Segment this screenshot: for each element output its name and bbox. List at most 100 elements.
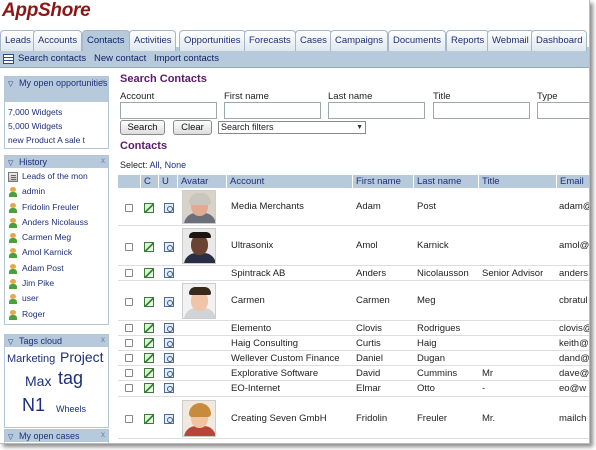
edit-contact-icon[interactable] — [144, 323, 154, 333]
edit-contact-icon[interactable] — [144, 368, 154, 378]
row-checkbox[interactable] — [125, 298, 133, 306]
table-row[interactable]: Creating Seven GmbH Fridolin Freuler Mr.… — [118, 397, 589, 439]
table-row[interactable]: Media Merchants Adam Post adam@ — [118, 188, 589, 226]
opportunity-link[interactable]: new Product A sale t — [8, 133, 105, 147]
tab-cases[interactable]: Cases — [295, 30, 332, 51]
row-checkbox[interactable] — [125, 204, 133, 212]
account-cell[interactable]: Elemento — [231, 323, 271, 334]
tag-link[interactable]: tag — [58, 368, 83, 389]
history-item[interactable]: Carmen Meg — [5, 230, 108, 245]
tab-forecasts[interactable]: Forecasts — [244, 30, 296, 51]
tab-accounts[interactable]: Accounts — [33, 30, 83, 51]
history-item[interactable]: Jim Pike — [5, 276, 108, 291]
column-header-avatar[interactable]: Avatar — [177, 175, 208, 188]
open-cases-panel-header[interactable]: ▽ My open cases x — [5, 430, 108, 442]
column-header-last-name[interactable]: Last name — [413, 175, 461, 188]
select-all-link[interactable]: All — [150, 160, 160, 170]
tab-leads[interactable]: Leads — [0, 30, 36, 51]
table-row[interactable]: Ultrasonix Amol Karnick amol@ — [118, 226, 589, 266]
email-cell[interactable]: anders — [559, 268, 589, 279]
edit-contact-icon[interactable] — [144, 353, 154, 363]
search-button[interactable]: Search — [120, 120, 165, 135]
column-header-first-name[interactable]: First name — [352, 175, 401, 188]
title-input[interactable] — [433, 102, 530, 119]
history-item[interactable]: Leads of the mon — [5, 169, 108, 184]
tags-cloud-panel-header[interactable]: ▽ Tags cloud x — [5, 335, 108, 347]
close-icon[interactable]: x — [101, 76, 105, 88]
type-input[interactable] — [537, 102, 589, 119]
email-cell[interactable]: dave@ — [559, 368, 589, 379]
row-checkbox[interactable] — [125, 269, 133, 277]
email-cell[interactable]: eo@w — [559, 383, 589, 394]
column-header-u[interactable]: U — [158, 175, 169, 188]
edit-contact-icon[interactable] — [144, 268, 154, 278]
row-checkbox[interactable] — [125, 354, 133, 362]
tag-link[interactable]: Wheels — [56, 404, 86, 414]
account-cell[interactable]: Explorative Software — [231, 368, 318, 379]
clear-button[interactable]: Clear — [173, 120, 212, 135]
tag-link[interactable]: Project — [60, 349, 104, 365]
view-contact-icon[interactable] — [164, 338, 174, 348]
search-contacts-link[interactable]: Search contacts — [18, 53, 86, 64]
account-cell[interactable]: Spintrack AB — [231, 268, 285, 279]
account-cell[interactable]: Wellever Custom Finance — [231, 353, 340, 364]
history-item[interactable]: Roger — [5, 307, 108, 322]
view-contact-icon[interactable] — [164, 203, 174, 213]
edit-contact-icon[interactable] — [144, 414, 154, 424]
edit-contact-icon[interactable] — [144, 242, 154, 252]
close-icon[interactable]: x — [101, 429, 105, 441]
import-contacts-link[interactable]: Import contacts — [154, 53, 219, 64]
tab-webmail[interactable]: Webmail — [487, 30, 534, 51]
table-row[interactable]: Haig Consulting Curtis Haig keith@ — [118, 336, 589, 351]
row-checkbox[interactable] — [125, 324, 133, 332]
history-item[interactable]: Fridolin Freuler — [5, 200, 108, 215]
tab-opportunities[interactable]: Opportunities — [179, 30, 246, 51]
account-cell[interactable]: EO-Internet — [231, 383, 280, 394]
table-row[interactable]: EO-Internet Elmar Otto - eo@w — [118, 381, 589, 397]
history-item[interactable]: Amol Karnick — [5, 245, 108, 260]
history-item[interactable]: Anders Nicolauss — [5, 215, 108, 230]
tab-documents[interactable]: Documents — [388, 30, 447, 51]
email-cell[interactable]: cbratul — [559, 295, 589, 306]
tab-campaigns[interactable]: Campaigns — [330, 30, 389, 51]
history-item[interactable]: user — [5, 291, 108, 306]
account-cell[interactable]: Haig Consulting — [231, 338, 298, 349]
view-contact-icon[interactable] — [164, 383, 174, 393]
view-contact-icon[interactable] — [164, 368, 174, 378]
first-name-input[interactable] — [224, 102, 321, 119]
tab-reports[interactable]: Reports — [446, 30, 490, 51]
email-cell[interactable]: keith@ — [559, 338, 589, 349]
opportunities-panel-header[interactable]: ▽ My open opportunities x — [5, 77, 108, 102]
row-checkbox[interactable] — [125, 384, 133, 392]
close-icon[interactable]: x — [101, 155, 105, 167]
history-panel-header[interactable]: ▽ History x — [5, 156, 108, 168]
tab-contacts[interactable]: Contacts — [82, 30, 130, 51]
view-contact-icon[interactable] — [164, 353, 174, 363]
account-cell[interactable]: Ultrasonix — [231, 240, 273, 251]
view-contact-icon[interactable] — [164, 268, 174, 278]
account-cell[interactable]: Media Merchants — [231, 201, 304, 212]
column-header-email[interactable]: Email — [556, 175, 584, 188]
view-contact-icon[interactable] — [164, 297, 174, 307]
view-contact-icon[interactable] — [164, 242, 174, 252]
table-row[interactable]: Spintrack AB Anders Nicolausson Senior A… — [118, 266, 589, 281]
table-row[interactable]: Carmen Carmen Meg cbratul — [118, 281, 589, 321]
table-row[interactable]: Wellever Custom Finance Daniel Dugan dan… — [118, 351, 589, 366]
edit-contact-icon[interactable] — [144, 297, 154, 307]
edit-contact-icon[interactable] — [144, 383, 154, 393]
row-checkbox[interactable] — [125, 369, 133, 377]
history-item[interactable]: admin — [5, 184, 108, 199]
new-contact-link[interactable]: New contact — [94, 53, 146, 64]
row-checkbox[interactable] — [125, 339, 133, 347]
opportunity-link[interactable]: 7,000 Widgets — [8, 105, 105, 119]
view-contact-icon[interactable] — [164, 414, 174, 424]
tag-link[interactable]: N1 — [22, 395, 45, 416]
email-cell[interactable]: adam@ — [559, 201, 589, 212]
collapse-triangle-icon[interactable]: ▽ — [8, 79, 13, 91]
collapse-triangle-icon[interactable]: ▽ — [8, 432, 13, 443]
search-filters-select[interactable]: Search filters ▼ — [218, 121, 366, 134]
tab-dashboard[interactable]: Dashboard — [531, 30, 588, 51]
row-checkbox[interactable] — [125, 243, 133, 251]
tag-link[interactable]: Marketing — [7, 353, 55, 365]
email-cell[interactable]: dand@ — [559, 353, 589, 364]
